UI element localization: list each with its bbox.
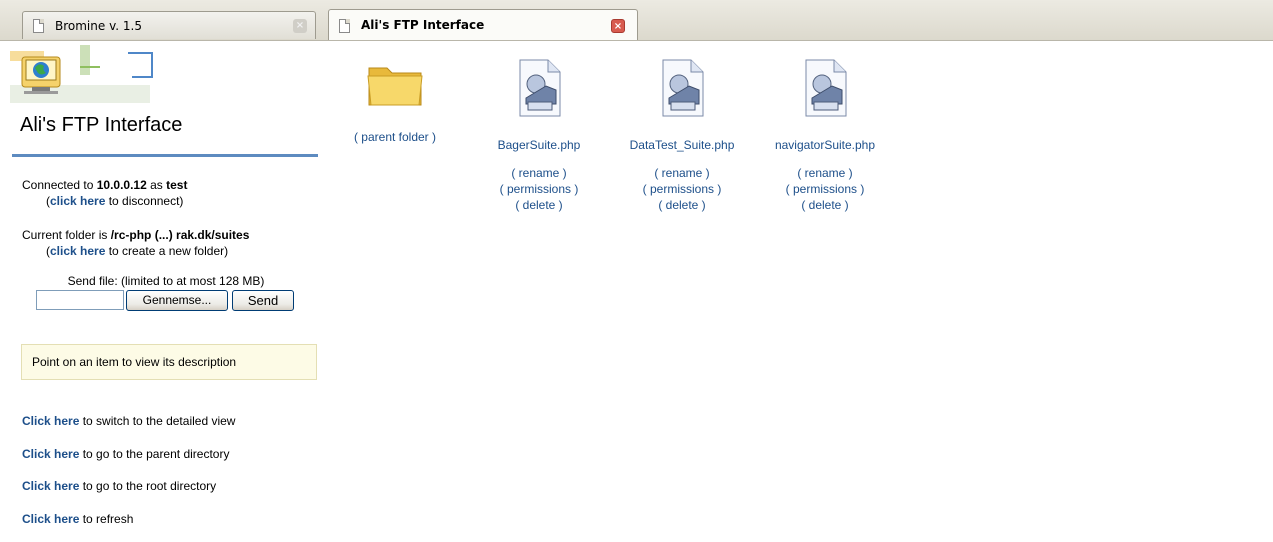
file-item-datatest-suite[interactable]: DataTest_Suite.php ( rename ) ( permissi… [612,58,752,213]
file-item-navigatorsuite[interactable]: navigatorSuite.php ( rename ) ( permissi… [755,58,895,213]
send-file-label: Send file: (limited to at most 128 MB) [67,274,265,288]
refresh-link[interactable]: Click here [22,512,79,526]
connection-prefix: Connected to [22,178,97,192]
tab-ftp-interface[interactable]: Ali's FTP Interface × [328,9,638,40]
link-text: to go to the root directory [79,479,217,493]
tab-label: Bromine v. 1.5 [55,19,142,33]
browser-tab-bar: Bromine v. 1.5 × Ali's FTP Interface × [0,0,1273,41]
new-folder-suffix: to create a new folder) [105,244,229,258]
link-text: to switch to the detailed view [79,414,236,428]
link-text: to go to the parent directory [79,446,230,461]
description-box: Point on an item to view its description [21,344,317,380]
send-file-form: Send file: (limited to at most 128 MB) G… [36,274,298,312]
file-item-parent-folder[interactable]: ( parent folder ) [325,58,465,144]
rename-link[interactable]: ( rename ) [755,165,895,181]
file-path-input[interactable] [36,290,124,310]
delete-link[interactable]: ( delete ) [755,197,895,213]
current-folder-info: Current folder is /rc-php (...) rak.dk/s… [22,227,249,259]
permissions-link[interactable]: ( permissions ) [755,181,895,197]
delete-link[interactable]: ( delete ) [469,197,609,213]
permissions-link[interactable]: ( permissions ) [612,181,752,197]
connection-mid: as [146,178,167,192]
detailed-view-link[interactable]: Click here [22,414,79,428]
php-file-icon[interactable] [800,58,850,118]
navigation-links: Click here to switch to the detailed vie… [22,412,235,542]
php-file-icon[interactable] [657,58,707,118]
new-folder-link[interactable]: click here [50,244,105,258]
close-tab-icon[interactable]: × [293,19,307,33]
disconnect-link[interactable]: click here [50,194,105,208]
folder-icon[interactable] [365,58,425,110]
permissions-link[interactable]: ( permissions ) [469,181,609,197]
rename-link[interactable]: ( rename ) [612,165,752,181]
delete-link[interactable]: ( delete ) [612,197,752,213]
php-file-icon[interactable] [514,58,564,118]
file-name[interactable]: ( parent folder ) [325,130,465,144]
connection-user: test [166,178,188,192]
browse-button[interactable]: Gennemse... [126,290,228,311]
tab-bromine[interactable]: Bromine v. 1.5 × [22,11,316,39]
parent-directory-link[interactable]: Click here [22,447,79,461]
connection-info: Connected to 10.0.0.12 as test (click he… [22,177,187,209]
send-button[interactable]: Send [232,290,294,311]
title-divider [12,154,318,157]
folder-prefix: Current folder is [22,228,111,242]
ftp-logo-icon [10,45,153,103]
file-name[interactable]: navigatorSuite.php [755,138,895,152]
rename-link[interactable]: ( rename ) [469,165,609,181]
app-title: Ali's FTP Interface [20,114,183,136]
file-name[interactable]: DataTest_Suite.php [612,138,752,152]
file-name[interactable]: BagerSuite.php [469,138,609,152]
disconnect-suffix: to disconnect) [105,194,184,208]
folder-path: /rc-php (...) rak.dk/suites [110,228,250,242]
page-icon [33,19,44,33]
close-tab-icon[interactable]: × [611,19,625,33]
page-icon [339,19,350,33]
link-text: to refresh [79,511,134,526]
tab-label: Ali's FTP Interface [361,18,485,32]
connection-host: 10.0.0.12 [96,178,147,192]
root-directory-link[interactable]: Click here [22,479,79,493]
file-item-bagersuite[interactable]: BagerSuite.php ( rename ) ( permissions … [469,58,609,213]
